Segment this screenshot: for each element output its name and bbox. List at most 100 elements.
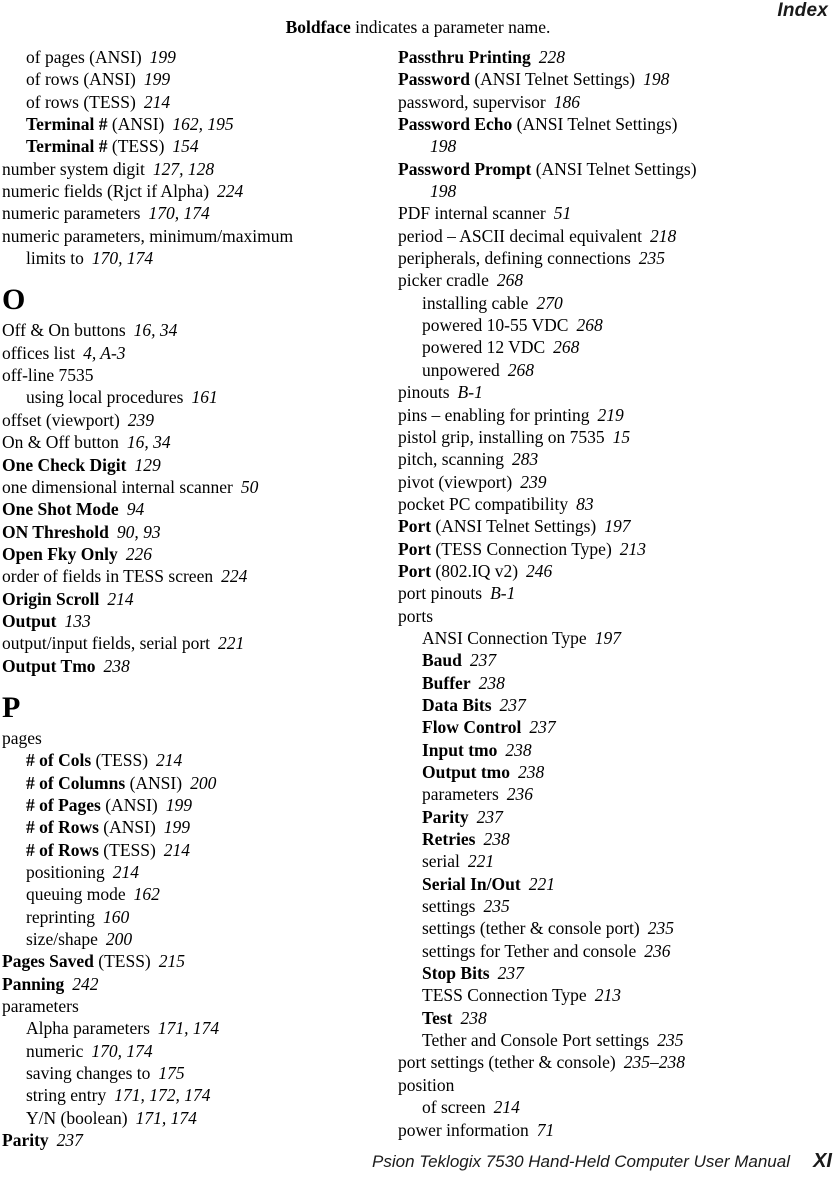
index-entry-page-ref[interactable]: 235	[648, 918, 674, 938]
index-entry-page-ref[interactable]: 238	[460, 1008, 486, 1028]
index-entry-page-ref[interactable]: 242	[72, 974, 98, 994]
index-entry-page-ref[interactable]: 200	[190, 773, 216, 793]
index-entry: parameters 236	[422, 783, 790, 805]
index-entry-page-ref[interactable]: 224	[217, 181, 243, 201]
index-entry-page-ref[interactable]: 283	[512, 449, 538, 469]
index-entry-page-ref[interactable]: 221	[529, 874, 555, 894]
index-entry-page-ref[interactable]: 197	[595, 628, 621, 648]
index-entry-page-ref[interactable]: 162	[134, 884, 160, 904]
index-entry-term: of rows (ANSI)	[26, 69, 136, 90]
index-entry-page-ref[interactable]: 71	[537, 1120, 555, 1140]
index-entry-page-ref[interactable]: 171, 172, 174	[114, 1085, 210, 1105]
index-entry-page-ref[interactable]: 4, A-3	[83, 343, 125, 363]
index-entry-page-ref[interactable]: 214	[113, 862, 139, 882]
index-entry-page-ref[interactable]: 198	[430, 181, 456, 201]
index-entry-page-ref[interactable]: 221	[468, 851, 494, 871]
index-entry-page-ref[interactable]: 226	[126, 544, 152, 564]
index-entry-page-ref[interactable]: 200	[106, 929, 132, 949]
index-entry-page-ref[interactable]: 161	[191, 387, 217, 407]
index-entry-term-bold: Output tmo	[422, 762, 510, 782]
index-entry-page-ref[interactable]: 270	[536, 293, 562, 313]
index-entry-page-ref[interactable]: 160	[103, 907, 129, 927]
index-entry: powered 10-55 VDC 268	[422, 314, 790, 336]
index-entry-page-ref[interactable]: 15	[613, 427, 631, 447]
index-entry-page-ref[interactable]: 133	[64, 611, 90, 631]
index-entry-page-ref[interactable]: 83	[576, 494, 594, 514]
index-entry-page-ref[interactable]: 199	[164, 817, 190, 837]
index-entry-page-ref[interactable]: 213	[595, 985, 621, 1005]
index-entry: output/input fields, serial port 221	[2, 632, 394, 654]
index-entry-page-ref[interactable]: 162, 195	[172, 114, 233, 134]
index-entry-page-ref[interactable]: 197	[604, 516, 630, 536]
index-entry-page-ref[interactable]: 213	[620, 539, 646, 559]
index-entry-page-ref[interactable]: 170, 174	[92, 248, 153, 268]
index-entry-page-ref[interactable]: B-1	[458, 382, 483, 402]
index-entry-page-ref[interactable]: 215	[159, 951, 185, 971]
index-entry-page-ref[interactable]: 214	[144, 92, 170, 112]
index-entry-term-bold: # of Pages	[26, 794, 101, 815]
index-entry-page-ref[interactable]: 237	[500, 695, 526, 715]
index-entry-page-ref[interactable]: 94	[127, 499, 145, 519]
index-entry-page-ref[interactable]: 171, 174	[136, 1108, 197, 1128]
index-entry-page-ref[interactable]: 238	[479, 673, 505, 693]
index-entry-page-ref[interactable]: 154	[172, 136, 198, 156]
index-entry-page-ref[interactable]: 268	[553, 337, 579, 357]
index-entry-page-ref[interactable]: 175	[158, 1063, 184, 1083]
index-entry-page-ref[interactable]: 235	[657, 1030, 683, 1050]
index-entry-page-ref[interactable]: 50	[241, 477, 259, 497]
index-entry-page-ref[interactable]: 235–238	[624, 1052, 685, 1072]
index-entry-page-ref[interactable]: 238	[104, 656, 130, 676]
index-entry-page-ref[interactable]: 214	[107, 589, 133, 609]
index-entry-page-ref[interactable]: 236	[507, 784, 533, 804]
index-entry-page-ref[interactable]: 170, 174	[148, 203, 209, 223]
index-entry-page-ref[interactable]: 90, 93	[117, 522, 161, 542]
index-entry-page-ref[interactable]: 228	[539, 47, 565, 67]
index-entry-page-ref[interactable]: 16, 34	[134, 320, 178, 340]
index-entry-term-bold: # of Columns	[26, 772, 126, 793]
index-entry-page-ref[interactable]: 214	[156, 750, 182, 770]
index-entry: Port (ANSI Telnet Settings) 197	[398, 515, 790, 537]
index-entry-page-ref[interactable]: 237	[477, 807, 503, 827]
index-entry-page-ref[interactable]: 237	[57, 1130, 83, 1150]
index-entry-page-ref[interactable]: 51	[554, 203, 572, 223]
index-entry-page-ref[interactable]: 236	[644, 941, 670, 961]
index-entry-page-ref[interactable]: 127, 128	[153, 159, 214, 179]
index-entry-page-ref[interactable]: 198	[430, 136, 456, 156]
index-entry-page-ref[interactable]: 246	[526, 561, 552, 581]
index-entry-page-ref[interactable]: 237	[470, 650, 496, 670]
index-entry-page-ref[interactable]: 219	[598, 405, 624, 425]
index-entry-page-ref[interactable]: 268	[576, 315, 602, 335]
index-entry-page-ref[interactable]: 268	[508, 360, 534, 380]
index-entry-page-ref[interactable]: 238	[505, 740, 531, 760]
index-entry-page-ref[interactable]: 16, 34	[127, 432, 171, 452]
index-entry-page-ref[interactable]: 224	[221, 566, 247, 586]
index-entry-page-ref[interactable]: 239	[128, 410, 154, 430]
index-entry-term: password, supervisor	[398, 91, 546, 112]
index-entry-page-ref[interactable]: 238	[518, 762, 544, 782]
index-entry-page-ref[interactable]: 237	[529, 717, 555, 737]
index-entry-page-ref[interactable]: 214	[494, 1097, 520, 1117]
index-entry-page-ref[interactable]: 268	[497, 270, 523, 290]
index-entry-page-ref[interactable]: 239	[520, 472, 546, 492]
index-entry-page-ref[interactable]: 218	[650, 226, 676, 246]
index-entry-page-ref[interactable]: 221	[218, 633, 244, 653]
index-entry-page-ref[interactable]: 199	[150, 47, 176, 67]
index-entry-page-ref[interactable]: 235	[639, 248, 665, 268]
index-entry-page-ref[interactable]: B-1	[490, 583, 515, 603]
index-entry-page-ref[interactable]: 171, 174	[158, 1018, 219, 1038]
index-entry-term: saving changes to	[26, 1063, 151, 1084]
index-entry-term-bold: Origin Scroll	[2, 588, 100, 609]
index-entry-page-ref[interactable]: 199	[166, 795, 192, 815]
index-entry-term: reprinting	[26, 906, 96, 927]
index-entry-page-ref[interactable]: 238	[483, 829, 509, 849]
index-entry-page-ref[interactable]: 186	[554, 92, 580, 112]
index-entry-page-ref[interactable]: 198	[643, 69, 669, 89]
index-entry-page-ref[interactable]: 129	[134, 455, 160, 475]
index-entry-term: peripherals, defining connections	[398, 248, 631, 269]
index-entry-page-ref[interactable]: 237	[498, 963, 524, 983]
index-entry-page-ref[interactable]: 199	[144, 69, 170, 89]
index-entry-term: numeric	[26, 1040, 84, 1061]
index-entry-page-ref[interactable]: 235	[483, 896, 509, 916]
index-entry-page-ref[interactable]: 170, 174	[91, 1041, 152, 1061]
index-entry-page-ref[interactable]: 214	[164, 840, 190, 860]
